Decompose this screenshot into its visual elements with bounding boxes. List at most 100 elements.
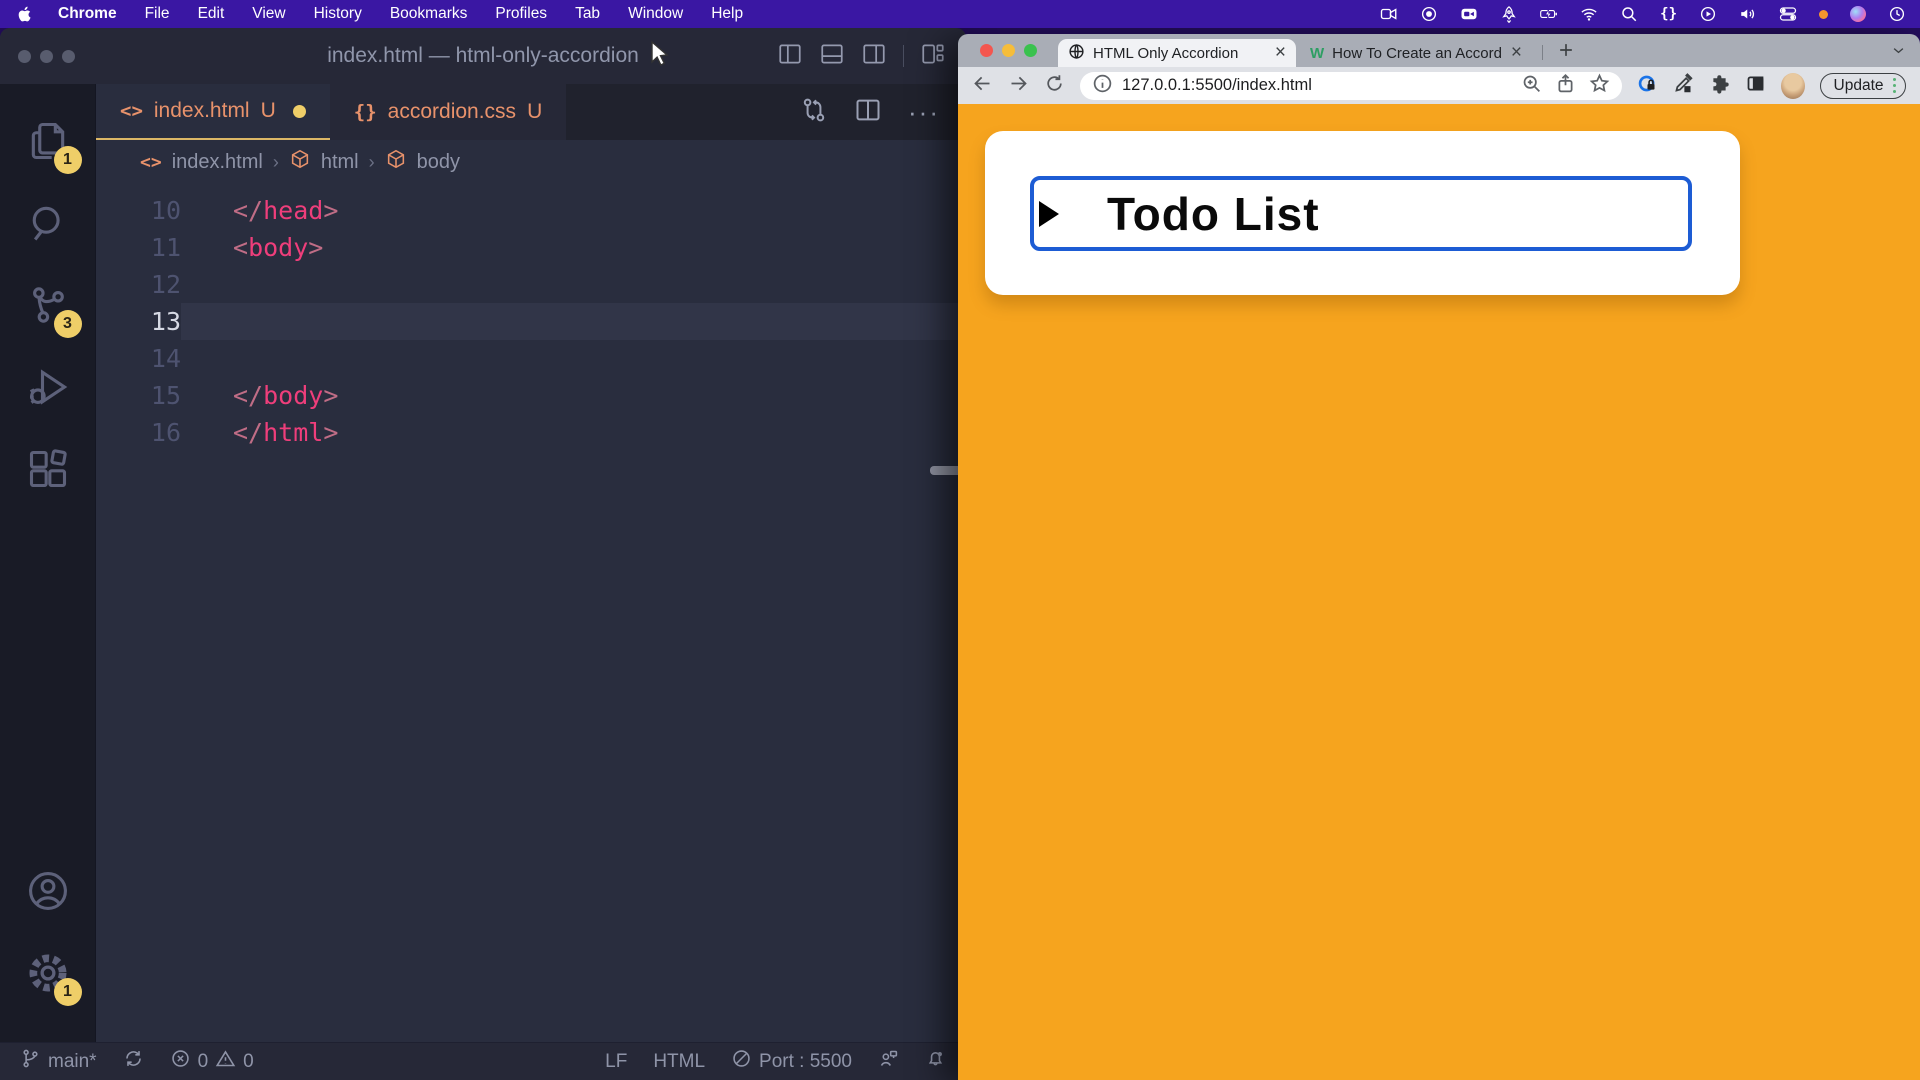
code-line-14[interactable]: 14 — [96, 340, 966, 377]
menu-chrome[interactable]: Chrome — [44, 5, 131, 22]
zoom-icon[interactable] — [1521, 73, 1542, 99]
sidebar-item-settings[interactable]: 1 — [0, 934, 96, 1016]
menu-history[interactable]: History — [300, 5, 376, 22]
reload-button[interactable] — [1044, 73, 1065, 99]
site-info-icon[interactable] — [1092, 73, 1113, 99]
bookmark-star-icon[interactable] — [1589, 73, 1610, 99]
line-content[interactable] — [181, 340, 966, 377]
accordion-summary[interactable]: Todo List — [1030, 176, 1692, 251]
side-panel-icon[interactable] — [1745, 73, 1766, 99]
menu-dots-icon[interactable] — [1893, 78, 1897, 94]
forward-button[interactable] — [1008, 73, 1029, 99]
record-icon[interactable] — [1420, 5, 1438, 23]
url-text[interactable]: 127.0.0.1:5500/index.html — [1122, 76, 1512, 95]
menu-edit[interactable]: Edit — [184, 5, 239, 22]
volume-icon[interactable] — [1739, 5, 1757, 23]
minimize-window-button[interactable] — [1002, 44, 1015, 57]
status-eol[interactable]: LF — [605, 1051, 627, 1073]
update-chrome-button[interactable]: Update — [1820, 73, 1906, 99]
line-content[interactable]: </body> — [181, 377, 966, 414]
wifi-icon[interactable] — [1580, 5, 1598, 23]
sidebar-item-search[interactable] — [0, 184, 96, 266]
menu-file[interactable]: File — [131, 5, 184, 22]
breadcrumb-file[interactable]: index.html — [172, 151, 263, 174]
profile-avatar[interactable] — [1781, 73, 1805, 99]
battery-icon[interactable] — [1540, 5, 1558, 23]
close-tab-icon[interactable]: × — [1511, 45, 1522, 61]
play-circle-icon[interactable] — [1699, 5, 1717, 23]
sidebar-item-explorer[interactable]: 1 — [0, 102, 96, 184]
new-tab-button[interactable] — [1556, 40, 1576, 65]
status-live-server-port[interactable]: Port : 5500 — [731, 1048, 852, 1075]
menu-window[interactable]: Window — [614, 5, 697, 22]
color-picker-extension-icon[interactable] — [1673, 73, 1694, 99]
debug-icon — [26, 365, 70, 414]
code-line-12[interactable]: 12 — [96, 266, 966, 303]
code-line-11[interactable]: 11<body> — [96, 229, 966, 266]
vscode-title-bar[interactable]: index.html — html-only-accordion — [0, 28, 966, 84]
browser-tab-how-to-create-accordion[interactable]: W How To Create an Accordion × — [1300, 39, 1532, 67]
line-content[interactable] — [181, 303, 966, 340]
share-icon[interactable] — [1555, 73, 1576, 99]
accordion-card: Todo List — [985, 131, 1740, 295]
toggle-panel-bottom-icon[interactable] — [819, 41, 845, 72]
toggle-panel-right-icon[interactable] — [861, 41, 887, 72]
line-content[interactable]: </html> — [181, 414, 966, 451]
split-editor-icon[interactable] — [854, 96, 882, 129]
code-line-13[interactable]: 13 — [96, 303, 966, 340]
close-window-button[interactable] — [980, 44, 993, 57]
menu-tab[interactable]: Tab — [561, 5, 614, 22]
clock-icon[interactable] — [1888, 5, 1906, 23]
details-marker-triangle-icon[interactable] — [1039, 201, 1059, 227]
status-sync[interactable] — [123, 1048, 144, 1075]
close-tab-icon[interactable]: × — [1275, 45, 1286, 61]
apple-logo-icon[interactable] — [16, 5, 34, 23]
sidebar-item-extensions[interactable] — [0, 430, 96, 512]
braces-icon[interactable]: {} — [1660, 6, 1677, 22]
code-line-16[interactable]: 16</html> — [96, 414, 966, 451]
extension-lock-icon[interactable] — [1637, 73, 1658, 99]
address-bar[interactable]: 127.0.0.1:5500/index.html — [1080, 72, 1622, 100]
sidebar-item-source-control[interactable]: 3 — [0, 266, 96, 348]
chrome-traffic-lights[interactable] — [980, 44, 1037, 57]
customize-layout-icon[interactable] — [920, 41, 946, 72]
tab-search-chevron-icon[interactable] — [1891, 43, 1906, 63]
open-changes-icon[interactable] — [800, 96, 828, 129]
menu-profiles[interactable]: Profiles — [481, 5, 561, 22]
editor-tab-index-html[interactable]: <> index.html U — [96, 84, 330, 140]
unsaved-dot[interactable] — [293, 105, 306, 118]
line-content[interactable] — [181, 266, 966, 303]
html-file-icon: <> — [140, 152, 162, 173]
zoom-window-button[interactable] — [1024, 44, 1037, 57]
toggle-panel-left-icon[interactable] — [777, 41, 803, 72]
editor-tab-accordion-css[interactable]: {} accordion.css U — [330, 84, 566, 140]
siri-icon[interactable] — [1850, 6, 1866, 22]
menu-help[interactable]: Help — [697, 5, 757, 22]
status-problems[interactable]: 0 0 — [170, 1048, 254, 1075]
sidebar-item-run-debug[interactable] — [0, 348, 96, 430]
menu-view[interactable]: View — [238, 5, 299, 22]
line-content[interactable]: </head> — [181, 192, 966, 229]
status-branch[interactable]: main* — [20, 1048, 97, 1075]
menu-bookmarks[interactable]: Bookmarks — [376, 5, 482, 22]
browser-tab-html-only-accordion[interactable]: HTML Only Accordion × — [1058, 39, 1296, 67]
video-camera-icon[interactable] — [1380, 5, 1398, 23]
recording-dot-icon[interactable] — [1819, 10, 1828, 19]
extensions-puzzle-icon[interactable] — [1709, 73, 1730, 99]
search-icon[interactable] — [1620, 5, 1638, 23]
code-editor[interactable]: 10</head>11<body>12131415</body>16</html… — [96, 184, 966, 1042]
code-line-10[interactable]: 10</head> — [96, 192, 966, 229]
line-content[interactable]: <body> — [181, 229, 966, 266]
status-notifications[interactable] — [925, 1048, 946, 1075]
control-center-icon[interactable] — [1779, 5, 1797, 23]
breadcrumb-body[interactable]: body — [417, 151, 460, 174]
sidebar-item-account[interactable] — [0, 852, 96, 934]
code-line-15[interactable]: 15</body> — [96, 377, 966, 414]
breadcrumb-html[interactable]: html — [321, 151, 359, 174]
video-filled-icon[interactable] — [1460, 5, 1478, 23]
rocket-icon[interactable] — [1500, 5, 1518, 23]
status-remote[interactable] — [878, 1048, 899, 1075]
back-button[interactable] — [972, 73, 993, 99]
status-language[interactable]: HTML — [653, 1051, 705, 1073]
more-actions-icon[interactable]: ··· — [908, 107, 940, 117]
